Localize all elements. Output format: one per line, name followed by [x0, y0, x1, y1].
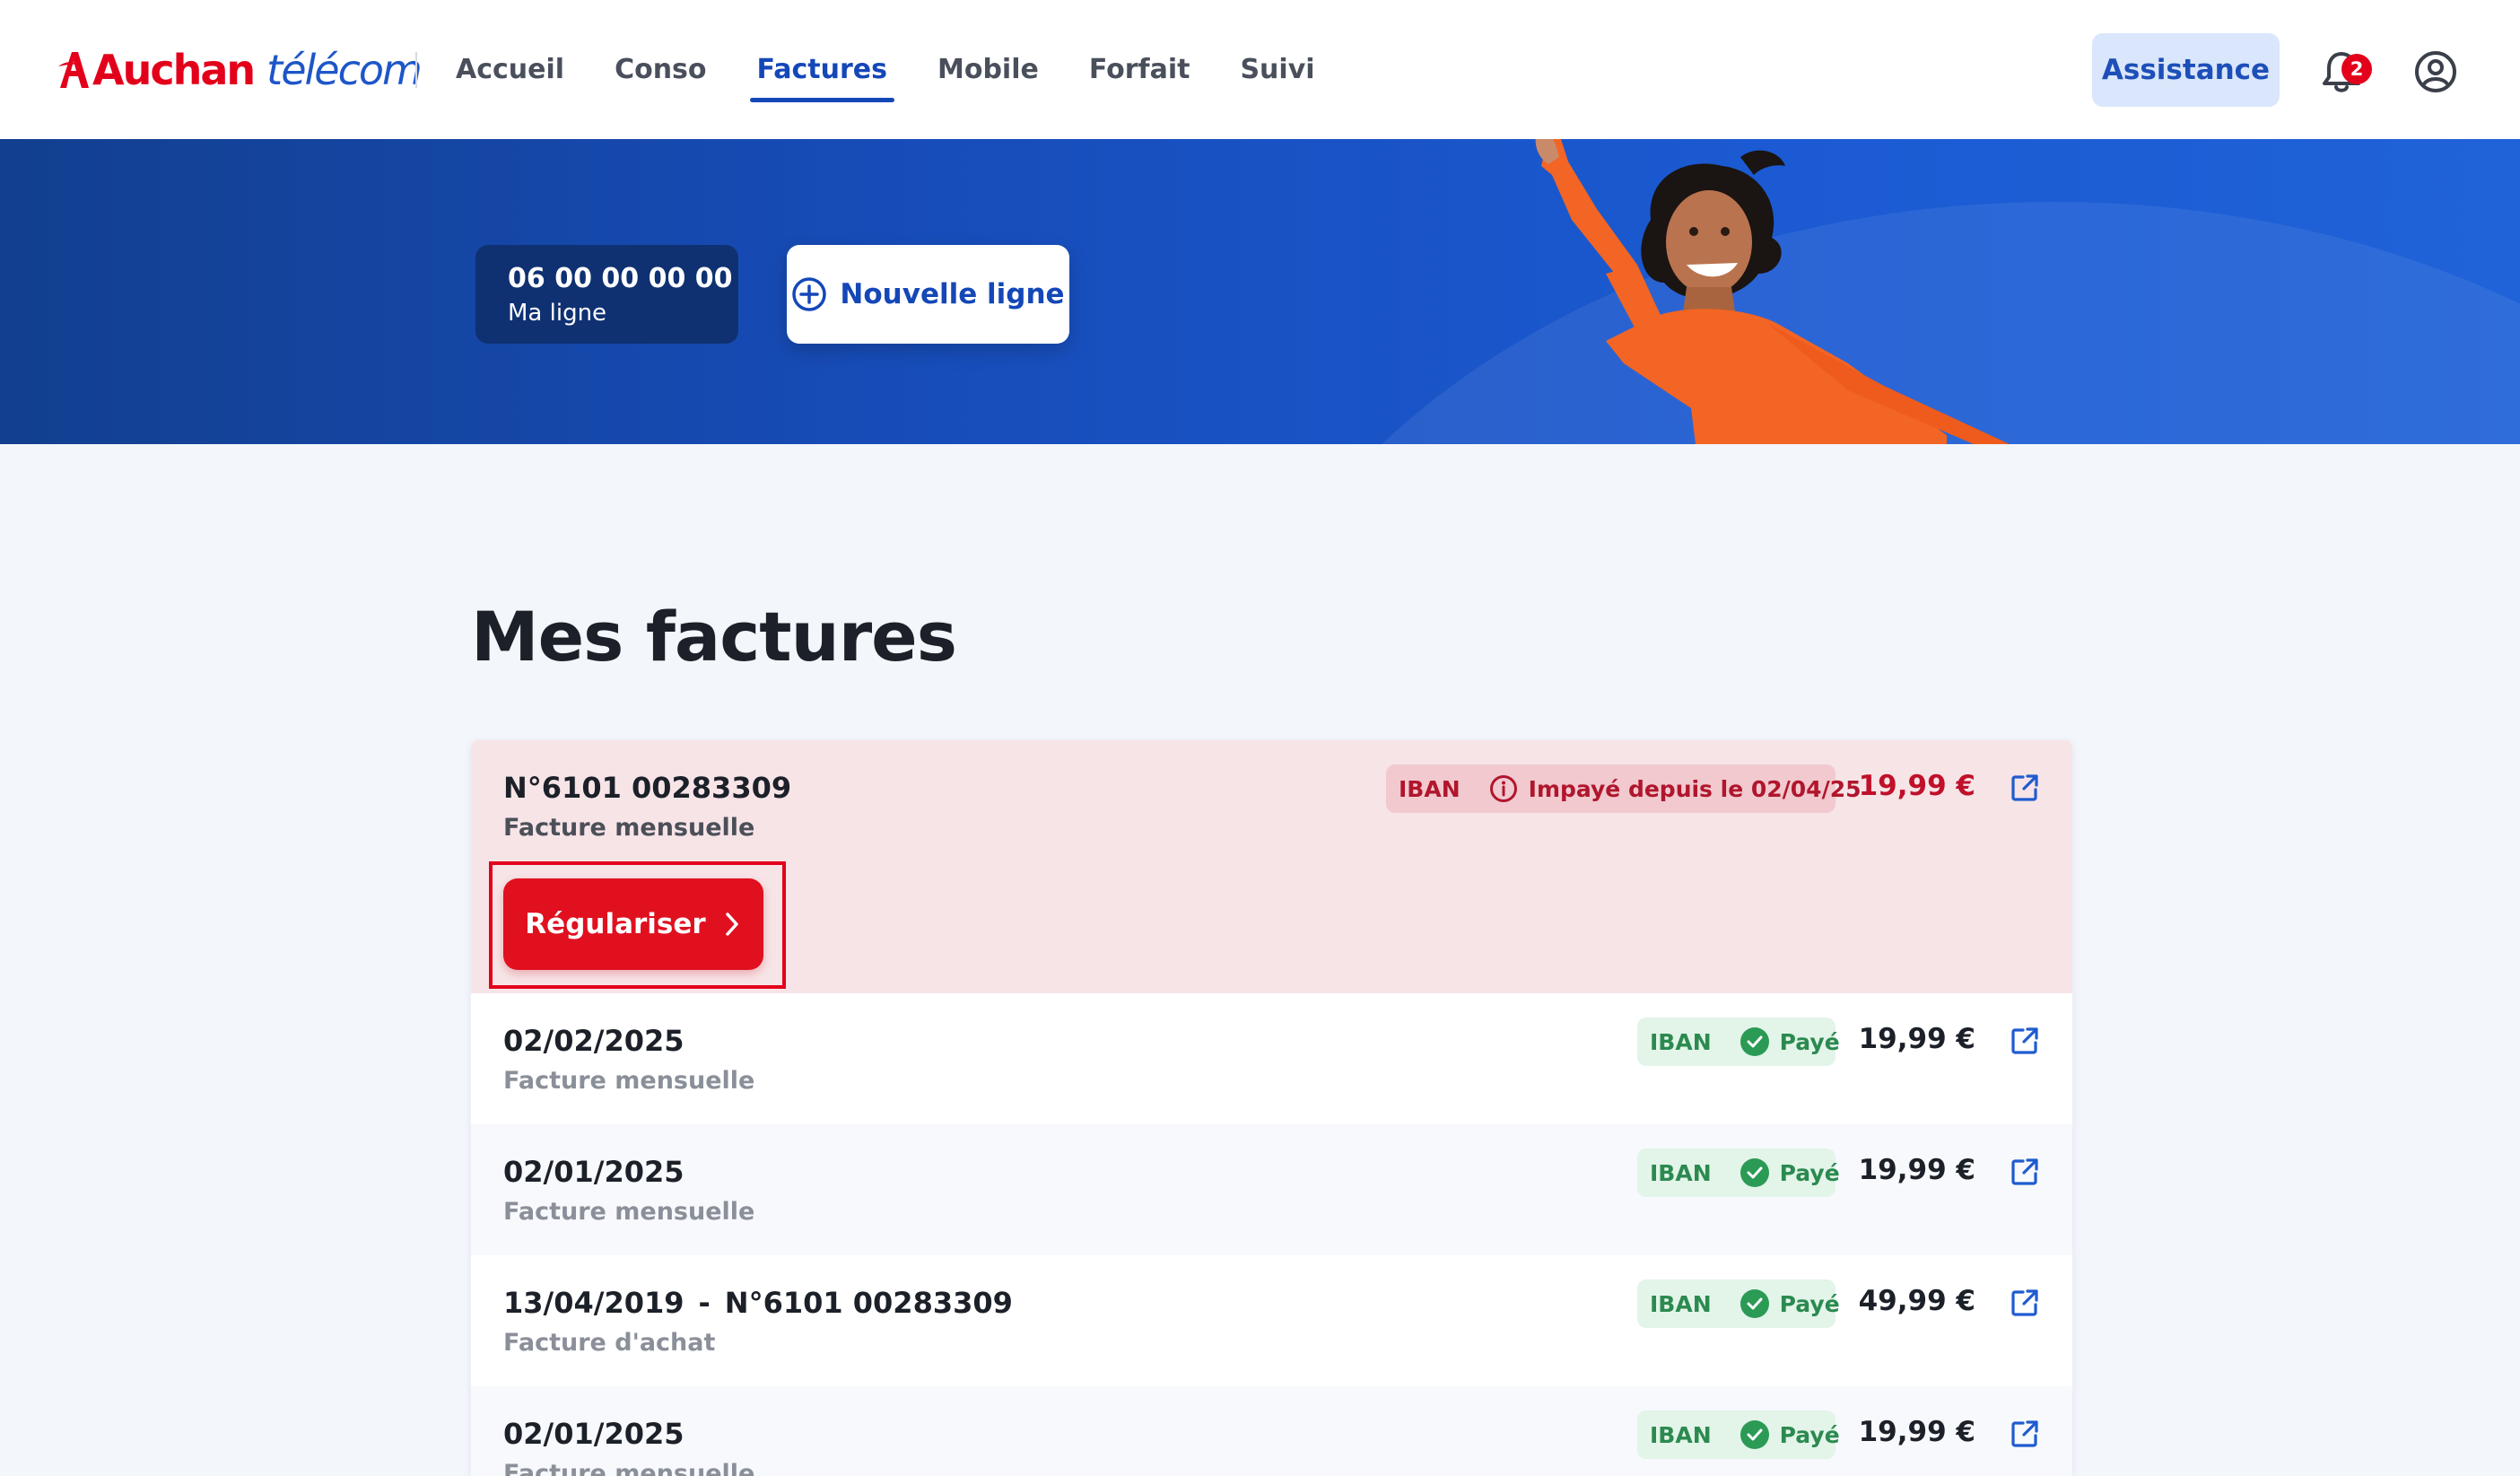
invoice-amount: 19,99 €	[1858, 1154, 1975, 1186]
nav-mobile[interactable]: Mobile	[937, 47, 1039, 100]
invoice-title: 02/01/2025	[503, 1155, 684, 1189]
invoice-title: N°6101 00283309	[503, 771, 792, 805]
check-circle-icon	[1740, 1289, 1769, 1318]
chevron-right-icon	[725, 913, 738, 936]
notification-count-badge: 2	[2341, 54, 2372, 84]
account-icon[interactable]	[2413, 49, 2458, 94]
payment-status-text: Payé	[1779, 1028, 1840, 1055]
top-header: Auchan télécom Accueil Conso Factures Mo…	[0, 0, 2520, 139]
invoice-title: 02/01/2025	[503, 1417, 684, 1451]
invoice-amount: 19,99 €	[1858, 770, 1975, 802]
payment-method-label: IBAN	[1399, 775, 1461, 802]
invoice-row: 02/01/2025 Facture mensuelle IBAN Payé 1…	[471, 1386, 2072, 1476]
payment-status-badge: IBAN Payé	[1637, 1410, 1840, 1459]
check-circle-icon	[1740, 1158, 1769, 1187]
invoice-type: Facture mensuelle	[503, 1198, 755, 1226]
auchan-telecom-logo[interactable]: Auchan télécom	[57, 43, 423, 97]
external-link-icon[interactable]	[2010, 1419, 2040, 1449]
regularize-label: Régulariser	[525, 908, 706, 940]
info-icon	[1489, 775, 1517, 802]
invoice-row: 02/01/2025 Facture mensuelle IBAN Payé 1…	[471, 1124, 2072, 1255]
invoice-type: Facture mensuelle	[503, 1067, 755, 1095]
invoice-list: N°6101 00283309 Facture mensuelle IBAN I…	[471, 740, 2072, 1476]
check-circle-icon	[1740, 1420, 1769, 1449]
payment-status-text: Payé	[1779, 1421, 1840, 1448]
nav-conso[interactable]: Conso	[615, 47, 706, 100]
page-title: Mes factures	[471, 597, 957, 677]
payment-method-label: IBAN	[1650, 1028, 1712, 1055]
payment-status-badge: IBAN Payé	[1637, 1017, 1840, 1066]
assistance-button[interactable]: Assistance	[2092, 33, 2280, 107]
new-line-button[interactable]: Nouvelle ligne	[787, 245, 1069, 344]
invoice-row-unpaid: N°6101 00283309 Facture mensuelle IBAN I…	[471, 740, 2072, 993]
header-divider	[415, 52, 417, 88]
logo-brand-text: Auchan	[92, 46, 256, 94]
regularize-button[interactable]: Régulariser	[503, 878, 763, 970]
external-link-icon[interactable]	[2010, 1157, 2040, 1187]
invoice-amount: 19,99 €	[1858, 1023, 1975, 1055]
payment-method-label: IBAN	[1650, 1290, 1712, 1317]
new-line-label: Nouvelle ligne	[840, 278, 1065, 310]
line-selector-card[interactable]: 06 00 00 00 00 Ma ligne	[475, 245, 738, 344]
check-circle-icon	[1740, 1027, 1769, 1056]
external-link-icon[interactable]	[2010, 773, 2040, 803]
external-link-icon[interactable]	[2010, 1026, 2040, 1056]
invoice-row: 13/04/2019- N°6101 00283309 Facture d'ach…	[471, 1255, 2072, 1386]
invoice-amount: 49,99 €	[1858, 1285, 1975, 1317]
payment-status-badge: IBAN Payé	[1637, 1148, 1840, 1197]
payment-method-label: IBAN	[1650, 1421, 1712, 1448]
nav-factures[interactable]: Factures	[749, 47, 895, 102]
payment-method-label: IBAN	[1650, 1159, 1712, 1186]
logo-product-text: télécom	[266, 46, 423, 94]
hero-banner: 06 00 00 00 00 Ma ligne Nouvelle ligne	[0, 139, 2520, 444]
invoice-number: N°6101 00283309	[724, 1286, 1013, 1320]
invoice-title: 02/02/2025	[503, 1024, 684, 1058]
main-nav: Accueil Conso Factures Mobile Forfait Su…	[456, 47, 1365, 102]
line-number: 06 00 00 00 00	[508, 263, 733, 294]
nav-accueil[interactable]: Accueil	[456, 47, 564, 100]
invoice-title-separator: -	[698, 1286, 711, 1320]
invoice-amount: 19,99 €	[1858, 1416, 1975, 1448]
payment-status-text: Payé	[1779, 1159, 1840, 1186]
invoice-title: 13/04/2019- N°6101 00283309	[503, 1286, 1013, 1320]
invoice-row: 02/02/2025 Facture mensuelle IBAN Payé 1…	[471, 993, 2072, 1124]
invoice-type: Facture mensuelle	[503, 814, 755, 842]
line-label: Ma ligne	[508, 300, 607, 327]
invoice-type: Facture mensuelle	[503, 1460, 755, 1476]
invoice-date: 13/04/2019	[503, 1286, 684, 1320]
hero-woman-illustration	[1535, 139, 2010, 444]
external-link-icon[interactable]	[2010, 1288, 2040, 1318]
nav-forfait[interactable]: Forfait	[1089, 47, 1190, 100]
plus-circle-icon	[792, 277, 827, 311]
payment-status-text: Impayé depuis le 02/04/25	[1528, 775, 1862, 802]
nav-suivi[interactable]: Suivi	[1240, 47, 1314, 100]
payment-status-badge: IBAN Payé	[1637, 1279, 1840, 1328]
invoice-type: Facture d'achat	[503, 1329, 716, 1357]
payment-status-badge: IBAN Impayé depuis le 02/04/25	[1386, 764, 1862, 813]
auchan-bird-icon	[58, 52, 89, 88]
payment-status-text: Payé	[1779, 1290, 1840, 1317]
